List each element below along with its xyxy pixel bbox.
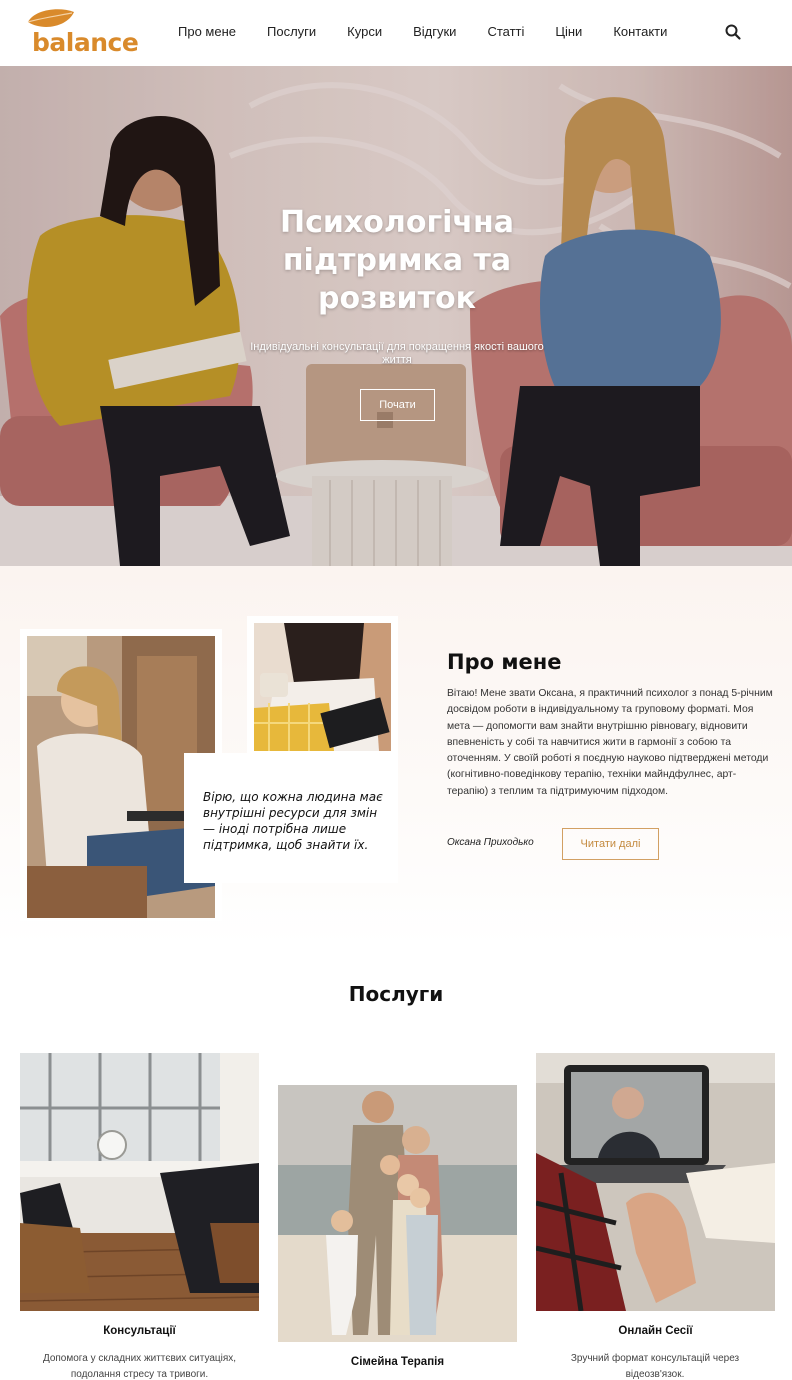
nav-item-services[interactable]: Послуги bbox=[267, 22, 316, 42]
service-photo-online bbox=[536, 1053, 775, 1311]
quote-text: Вірю, що кожна людина має внутрішні ресу… bbox=[203, 790, 383, 852]
about-photo-notebook bbox=[254, 623, 391, 751]
service-image-online[interactable] bbox=[536, 1053, 775, 1311]
hero-subtitle: Індивідуальні консультації для покращенн… bbox=[250, 341, 544, 366]
main-nav: Про мене Послуги Курси Відгуки Статті Ці… bbox=[165, 22, 698, 42]
service-name-family: Сімейна Терапія bbox=[350, 1356, 445, 1368]
services-title: Послуги bbox=[348, 982, 444, 1006]
nav-item-contacts[interactable]: Контакти bbox=[613, 22, 667, 42]
about-signature: Оксана Приходько bbox=[447, 837, 534, 848]
read-more-button[interactable]: Читати далі bbox=[562, 828, 659, 860]
nav-item-courses[interactable]: Курси bbox=[347, 22, 382, 42]
nav-item-reviews[interactable]: Відгуки bbox=[413, 22, 456, 42]
service-image-consultations[interactable] bbox=[20, 1053, 259, 1311]
service-image-family[interactable] bbox=[278, 1085, 517, 1342]
logo-wordmark: balance bbox=[32, 28, 139, 57]
about-photo-notebook-frame bbox=[247, 616, 398, 758]
nav-item-prices[interactable]: Ціни bbox=[555, 22, 582, 42]
service-name-consultations: Консультації bbox=[103, 1325, 176, 1337]
service-photo-family bbox=[278, 1085, 517, 1342]
hero-section: Психологічна підтримка та розвиток Індив… bbox=[0, 66, 792, 566]
service-name-online: Онлайн Сесії bbox=[618, 1325, 693, 1337]
about-title: Про мене bbox=[447, 650, 562, 674]
search-icon[interactable] bbox=[724, 23, 742, 41]
service-desc-consultations: Допомога у складних життєвих ситуаціях, … bbox=[42, 1353, 237, 1380]
hero-title: Психологічна підтримка та розвиток bbox=[280, 205, 514, 316]
service-desc-online: Зручний формат консультацій через відеоз… bbox=[570, 1353, 740, 1380]
nav-item-about[interactable]: Про мене bbox=[178, 22, 236, 42]
about-text: Вітаю! Мене звати Оксана, я практичний п… bbox=[447, 688, 773, 797]
nav-item-articles[interactable]: Статті bbox=[487, 22, 524, 42]
logo[interactable]: balance bbox=[22, 6, 139, 57]
start-button[interactable]: Почати bbox=[360, 389, 435, 421]
service-photo-consultations bbox=[20, 1053, 259, 1311]
site-header: balance Про мене Послуги Курси Відгуки С… bbox=[0, 0, 792, 66]
about-section: Вірю, що кожна людина має внутрішні ресу… bbox=[0, 566, 792, 946]
